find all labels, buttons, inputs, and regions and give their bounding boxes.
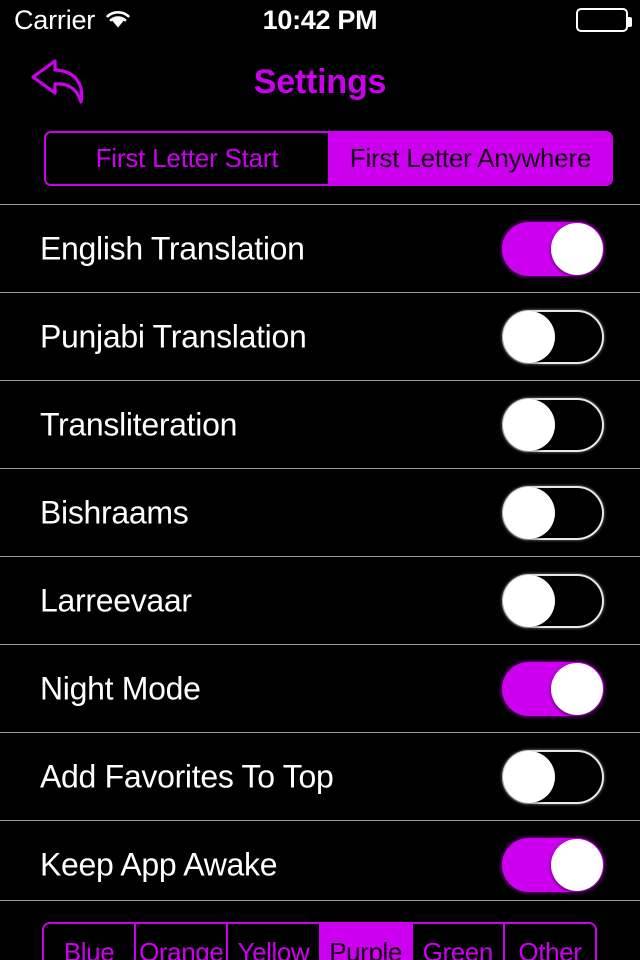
battery-full-icon xyxy=(576,8,632,32)
row-label: Night Mode xyxy=(40,670,201,706)
toggle-punjabi-translation[interactable] xyxy=(502,309,604,364)
toggle-bishraams[interactable] xyxy=(502,485,604,540)
segment-color-blue[interactable]: Blue xyxy=(44,924,137,960)
segment-color-purple[interactable]: Purple xyxy=(320,924,413,960)
status-bar: Carrier 10:42 PM xyxy=(0,0,640,40)
settings-list: English Translation Punjabi Translation … xyxy=(0,204,640,908)
settings-row-night-mode[interactable]: Night Mode xyxy=(0,644,640,732)
segment-first-letter-anywhere[interactable]: First Letter Anywhere xyxy=(330,133,611,184)
row-label: Keep App Awake xyxy=(40,846,278,882)
settings-row-keep-app-awake[interactable]: Keep App Awake xyxy=(0,820,640,908)
color-theme-segmented-control[interactable]: Blue Orange Yellow Purple Green Other xyxy=(42,922,597,960)
toggle-larreevaar[interactable] xyxy=(502,573,604,628)
settings-row-transliteration[interactable]: Transliteration xyxy=(0,380,640,468)
toggle-knob xyxy=(503,486,555,539)
settings-row-larreevaar[interactable]: Larreevaar xyxy=(0,556,640,644)
toggle-night-mode[interactable] xyxy=(502,661,604,716)
segment-first-letter-start[interactable]: First Letter Start xyxy=(46,133,330,184)
navigation-bar: Settings xyxy=(0,40,640,124)
toggle-knob xyxy=(551,838,603,891)
segment-color-green[interactable]: Green xyxy=(412,924,505,960)
toggle-knob xyxy=(503,310,555,363)
settings-row-punjabi-translation[interactable]: Punjabi Translation xyxy=(0,292,640,380)
color-theme-section: Blue Orange Yellow Purple Green Other xyxy=(0,900,640,960)
toggle-add-favorites-to-top[interactable] xyxy=(502,749,604,804)
row-label: Bishraams xyxy=(40,494,189,530)
row-label: Larreevaar xyxy=(40,582,192,618)
row-label: Add Favorites To Top xyxy=(40,758,334,794)
toggle-knob xyxy=(503,750,555,803)
settings-row-english-translation[interactable]: English Translation xyxy=(0,204,640,292)
toggle-transliteration[interactable] xyxy=(502,397,604,452)
toggle-knob xyxy=(503,398,555,451)
toggle-knob xyxy=(551,222,603,275)
settings-row-add-favorites-to-top[interactable]: Add Favorites To Top xyxy=(0,732,640,820)
toggle-knob xyxy=(551,662,603,715)
status-bar-time: 10:42 PM xyxy=(262,4,378,35)
row-label: Punjabi Translation xyxy=(40,318,307,354)
app-screen: Carrier 10:42 PM Settings First Letter S… xyxy=(0,0,640,960)
row-label: Transliteration xyxy=(40,406,238,442)
toggle-english-translation[interactable] xyxy=(502,221,604,276)
toggle-keep-app-awake[interactable] xyxy=(502,837,604,892)
row-label: English Translation xyxy=(40,230,305,266)
segment-color-orange[interactable]: Orange xyxy=(136,924,229,960)
toggle-knob xyxy=(503,574,555,627)
segment-color-yellow[interactable]: Yellow xyxy=(228,924,321,960)
status-bar-right xyxy=(576,0,632,40)
page-title: Settings xyxy=(253,62,387,101)
segment-color-other[interactable]: Other xyxy=(504,924,595,960)
search-mode-segmented-control[interactable]: First Letter Start First Letter Anywhere xyxy=(44,131,613,186)
settings-row-bishraams[interactable]: Bishraams xyxy=(0,468,640,556)
